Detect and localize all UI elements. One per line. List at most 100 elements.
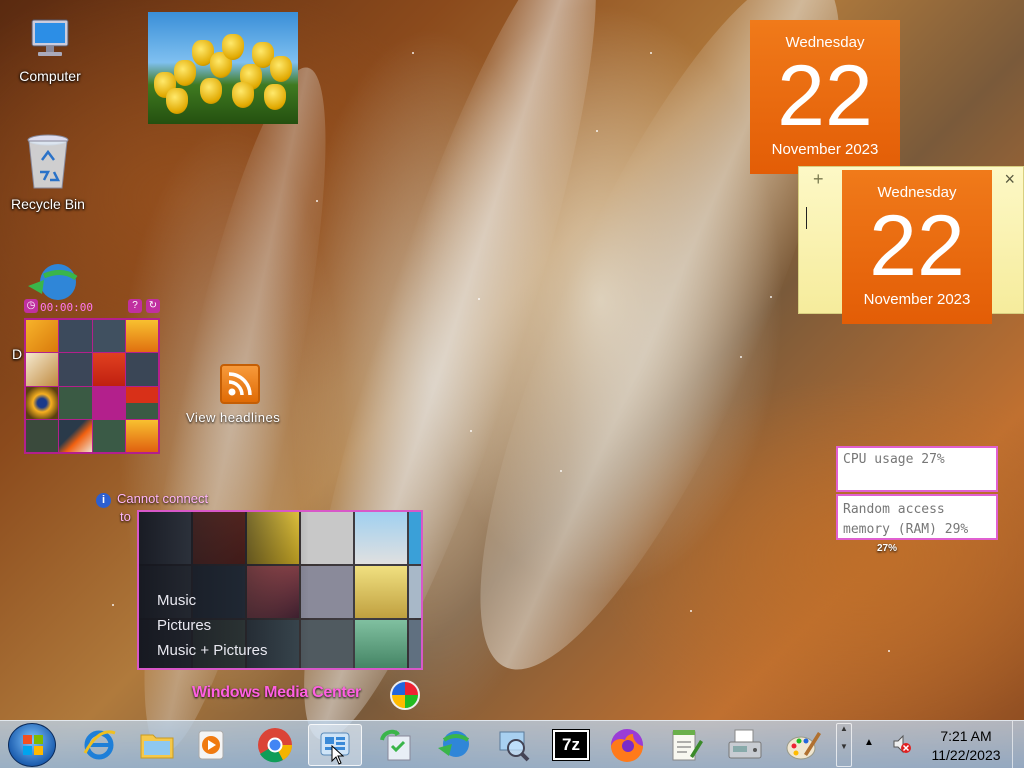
calendar-month: November 2023 [863, 291, 971, 308]
taskbar-scroll[interactable]: ▲ ▼ [836, 723, 852, 767]
calendar-day: 22 [777, 48, 873, 144]
magnifier-icon [499, 731, 530, 762]
menu-item-music-pictures[interactable]: Music + Pictures [157, 638, 267, 663]
show-hidden-icons-button[interactable]: ▲ [864, 737, 874, 748]
media-center-logo-icon[interactable] [390, 680, 420, 710]
info-icon: i [96, 493, 111, 508]
ram-meter[interactable]: Random access memory (RAM) 29% [836, 494, 998, 540]
taskbar-fax-scan[interactable] [718, 724, 772, 766]
puzzle-tile[interactable] [125, 386, 158, 419]
paint-icon [786, 732, 821, 760]
calendar-day: 22 [869, 198, 965, 294]
puzzle-tile[interactable] [59, 386, 92, 419]
error-line-1: Cannot connect [117, 491, 209, 506]
puzzle-tile[interactable] [26, 419, 59, 452]
taskbar-gadgets[interactable] [308, 724, 362, 766]
help-button[interactable]: ? [128, 299, 142, 313]
calendar-weekday: Wednesday [877, 184, 957, 201]
calendar-gadget-2[interactable]: Wednesday 22 November 2023 [842, 170, 992, 324]
taskbar-sync-center[interactable] [368, 724, 422, 766]
7zip-icon: 7z [552, 729, 590, 761]
sync-icon [380, 729, 411, 761]
media-center-menu: Music Pictures Music + Pictures [157, 588, 267, 663]
mouse-cursor-icon [331, 745, 345, 765]
taskbar-file-explorer[interactable] [130, 724, 184, 766]
desktop-icon-label: Computer [19, 68, 81, 84]
close-note-button[interactable]: × [1004, 169, 1015, 190]
puzzle-tile[interactable] [26, 386, 59, 419]
tulip [232, 82, 254, 108]
calendar-weekday: Wednesday [785, 34, 865, 51]
puzzle-grid[interactable] [24, 318, 160, 454]
taskbar-download-manager[interactable] [426, 724, 480, 766]
clock-time: 7:21 AM [940, 728, 992, 744]
puzzle-empty-slot[interactable] [93, 387, 125, 419]
taskbar-7zip[interactable]: 7z [544, 724, 598, 766]
taskbar-media-player[interactable] [184, 724, 238, 766]
taskbar-paint[interactable] [776, 724, 830, 766]
fax-icon [728, 729, 762, 759]
tulip [222, 34, 244, 60]
puzzle-tile[interactable] [26, 320, 59, 353]
taskbar-firefox[interactable] [600, 724, 654, 766]
taskbar-notepad[interactable] [658, 724, 712, 766]
tulip [270, 56, 292, 82]
media-player-icon [198, 730, 224, 760]
puzzle-tile[interactable] [125, 419, 158, 452]
view-headlines-link[interactable]: View headlines [186, 410, 280, 425]
menu-item-pictures[interactable]: Pictures [157, 613, 267, 638]
puzzle-tile[interactable] [26, 353, 59, 386]
download-manager-icon [438, 731, 470, 757]
notepad-icon [672, 730, 703, 761]
internet-explorer-icon [83, 730, 116, 760]
start-button[interactable] [8, 723, 56, 767]
firefox-icon [611, 729, 643, 762]
recycle-bin-icon [24, 132, 72, 192]
puzzle-tile[interactable] [92, 419, 125, 452]
rss-icon[interactable] [220, 364, 260, 404]
calendar-month: November 2023 [771, 141, 879, 158]
puzzle-tile[interactable] [59, 419, 92, 452]
tulip [264, 84, 286, 110]
add-note-button[interactable]: + [813, 169, 824, 190]
desktop-icon-recycle-bin[interactable]: Recycle Bin [0, 132, 96, 212]
ram-line-1: Random access [843, 502, 945, 517]
clock-icon[interactable]: ◷ [24, 299, 38, 313]
taskbar: 7z ▲ ▼ ▲ 7:21 AM 11/22/2023 [0, 720, 1024, 768]
show-desktop-button[interactable] [1012, 721, 1024, 768]
system-clock[interactable]: 7:21 AM 11/22/2023 [924, 727, 1008, 765]
puzzle-tile[interactable] [92, 320, 125, 353]
taskbar-internet-explorer[interactable] [72, 724, 126, 766]
download-manager-icon [22, 262, 80, 302]
media-center-title[interactable]: Windows Media Center [192, 684, 361, 702]
puzzle-tile[interactable] [59, 353, 92, 386]
desktop-icon-computer[interactable]: Computer [2, 16, 98, 84]
shuffle-button[interactable]: ↻ [146, 299, 160, 313]
desktop-icon-label: Recycle Bin [11, 196, 85, 212]
tulip [166, 88, 188, 114]
slideshow-gadget[interactable] [148, 12, 298, 124]
puzzle-tile[interactable] [125, 320, 158, 353]
file-explorer-icon [140, 734, 174, 759]
puzzle-tile[interactable] [125, 353, 158, 386]
tulip [200, 78, 222, 104]
picture-puzzle-gadget[interactable]: ◷ 00:00:00 ? ↻ [22, 298, 162, 456]
cpu-meter[interactable]: CPU usage 27% [836, 446, 998, 492]
calendar-gadget[interactable]: Wednesday 22 November 2023 [750, 20, 900, 174]
text-caret [806, 207, 807, 229]
ram-line-2: memory (RAM) 29% [843, 522, 969, 537]
menu-item-music[interactable]: Music [157, 588, 267, 613]
puzzle-tile[interactable] [92, 353, 125, 386]
taskbar-magnifier[interactable] [486, 724, 540, 766]
puzzle-timer: 00:00:00 [40, 301, 93, 314]
puzzle-tile[interactable] [59, 320, 92, 353]
volume-muted-icon[interactable] [892, 733, 912, 760]
cpu-usage-text: CPU usage 27% [843, 452, 945, 467]
taskbar-chrome[interactable] [248, 724, 302, 766]
computer-icon [24, 16, 76, 64]
media-center-gadget[interactable]: Music Pictures Music + Pictures [137, 510, 423, 670]
meter-sub-value: 27% [877, 543, 898, 554]
chrome-icon [258, 728, 292, 763]
clock-date: 11/22/2023 [931, 747, 1001, 763]
windows-logo-icon [23, 735, 43, 755]
